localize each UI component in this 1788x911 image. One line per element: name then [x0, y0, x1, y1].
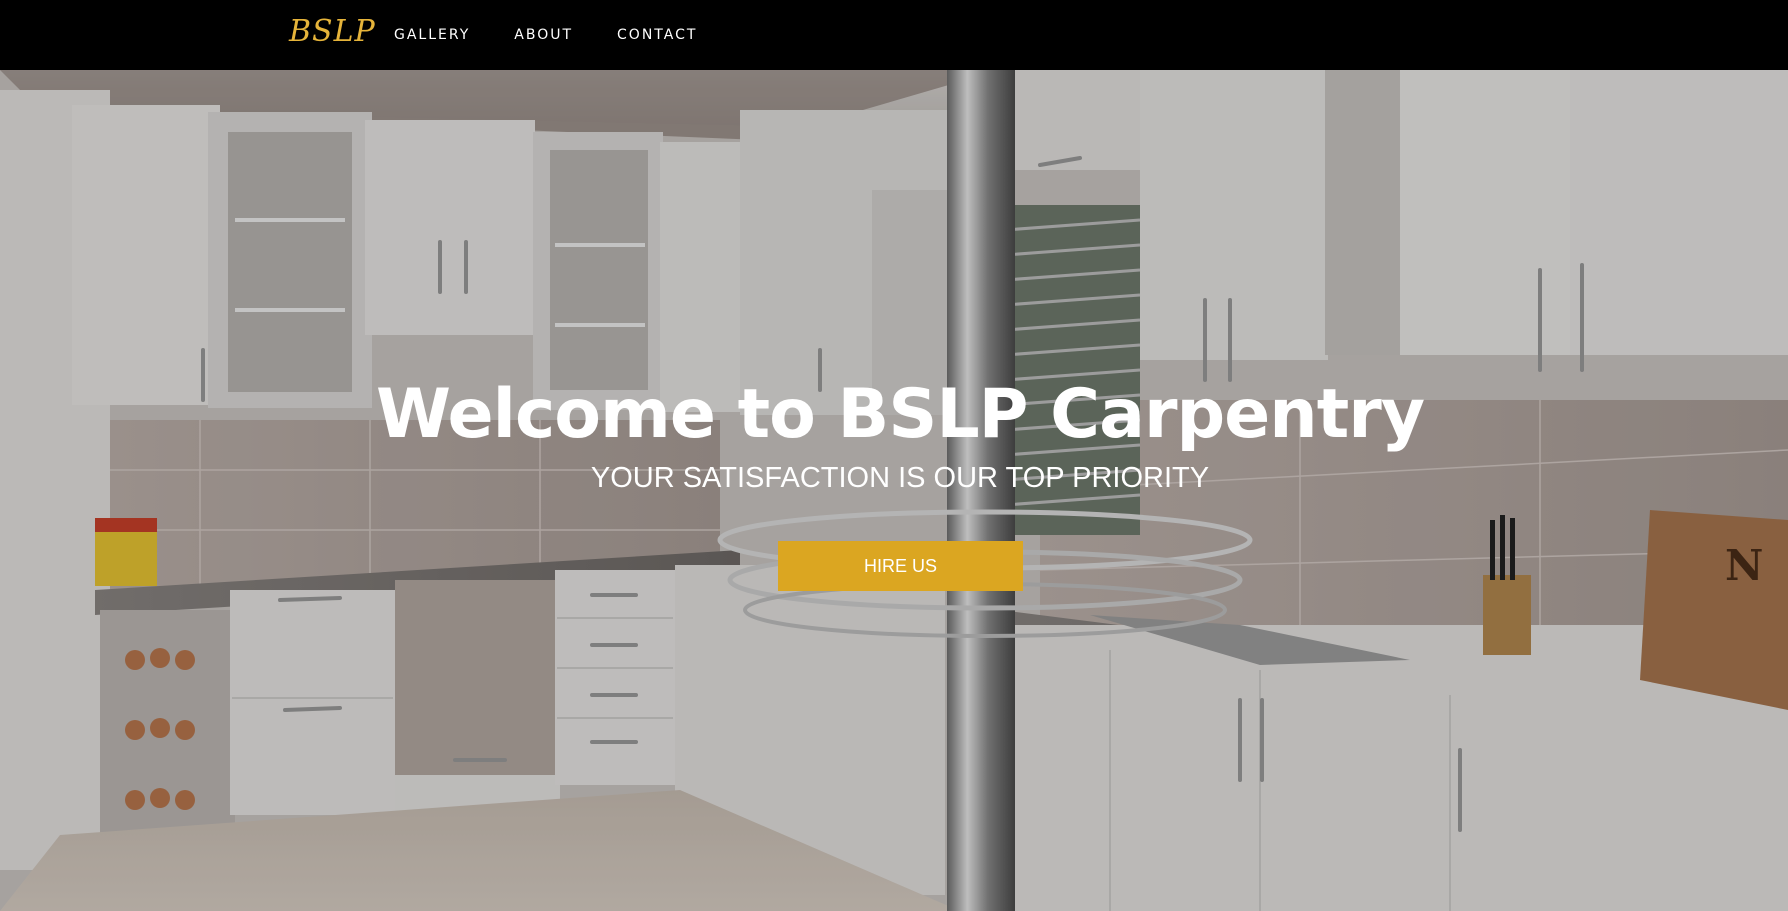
top-navbar: BSLP GALLERY ABOUT CONTACT: [0, 0, 1788, 70]
nav-link-gallery[interactable]: GALLERY: [394, 27, 470, 43]
hero-title: Welcome to BSLP Carpentry: [375, 375, 1425, 454]
hire-us-button[interactable]: HIRE US: [778, 541, 1023, 591]
nav-link-contact[interactable]: CONTACT: [617, 27, 697, 43]
nav-links: GALLERY ABOUT CONTACT: [394, 27, 697, 43]
hero-subtitle: YOUR SATISFACTION IS OUR TOP PRIORITY: [590, 462, 1210, 494]
brand-logo[interactable]: BSLP: [289, 14, 376, 49]
nav-link-about[interactable]: ABOUT: [514, 27, 573, 43]
hero-section: N Welcome to BSLP Carpentry YOUR SATISFA…: [0, 70, 1788, 911]
